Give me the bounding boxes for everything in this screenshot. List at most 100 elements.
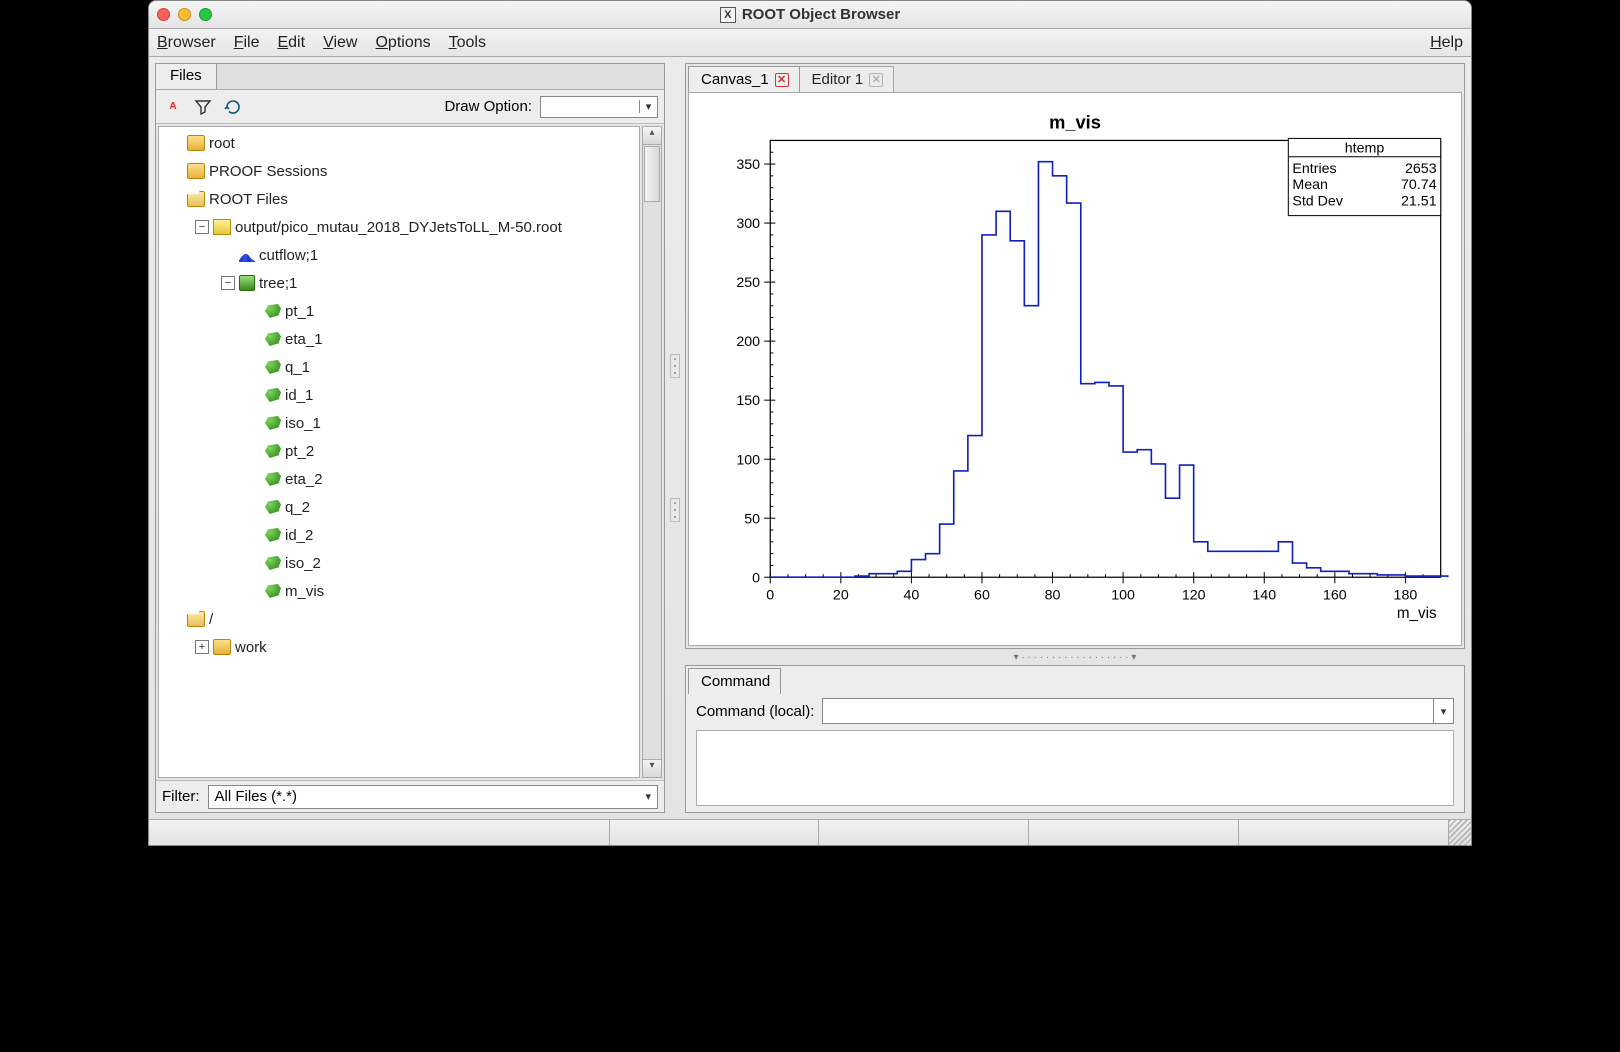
- filter-funnel-icon[interactable]: [192, 96, 214, 118]
- tree-row[interactable]: ROOT Files: [159, 185, 639, 213]
- tree-row[interactable]: /: [159, 605, 639, 633]
- tree-item-label: eta_2: [285, 471, 323, 488]
- histogram-plot[interactable]: m_vis05010015020025030035002040608010012…: [689, 93, 1461, 645]
- folder-icon: [187, 135, 205, 151]
- filter-row: Filter: All Files (*.*) ▾: [156, 780, 664, 812]
- tree-item-label: iso_1: [285, 415, 321, 432]
- scroll-thumb[interactable]: [644, 146, 660, 202]
- canvas-body[interactable]: m_vis05010015020025030035002040608010012…: [688, 92, 1462, 646]
- leaf-icon: [265, 500, 281, 514]
- svg-text:60: 60: [974, 588, 990, 604]
- tab-command[interactable]: Command: [688, 668, 781, 694]
- tree-item-label: ROOT Files: [209, 191, 288, 208]
- left-panel: Files A Draw Option: ▾ rootPRO: [155, 63, 665, 813]
- status-seg-5: [1239, 820, 1449, 845]
- canvas-tab[interactable]: Editor 1 ✕: [799, 66, 895, 92]
- file-tree[interactable]: rootPROOF SessionsROOT Files−output/pico…: [158, 126, 640, 778]
- filter-value: All Files (*.*): [215, 788, 298, 805]
- menu-tools[interactable]: Tools: [449, 34, 486, 52]
- tree-item-label: pt_2: [285, 443, 314, 460]
- tree-row[interactable]: pt_1: [159, 297, 639, 325]
- tree-row[interactable]: id_2: [159, 521, 639, 549]
- svg-text:200: 200: [736, 334, 760, 350]
- horizontal-splitter[interactable]: ▾ · · · · · · · · · · · · · · · · · · ▾: [685, 653, 1465, 661]
- hist-icon: [239, 248, 255, 262]
- tree-item-label: iso_2: [285, 555, 321, 572]
- tree-row[interactable]: eta_1: [159, 325, 639, 353]
- status-seg-4: [1029, 820, 1239, 845]
- command-log[interactable]: [696, 730, 1454, 806]
- canvas-tabs: Canvas_1✕ Editor 1 ✕: [688, 66, 1462, 92]
- tree-row[interactable]: −tree;1: [159, 269, 639, 297]
- tree-row[interactable]: iso_1: [159, 409, 639, 437]
- tab-files[interactable]: Files: [155, 63, 217, 89]
- close-tab-icon[interactable]: ✕: [869, 73, 883, 87]
- tree-item-label: q_1: [285, 359, 310, 376]
- canvas-tab[interactable]: Canvas_1✕: [688, 66, 800, 92]
- filter-combobox[interactable]: All Files (*.*) ▾: [208, 785, 659, 809]
- svg-text:20: 20: [833, 588, 849, 604]
- command-input[interactable]: ▾: [822, 698, 1454, 724]
- tree-row[interactable]: + work: [159, 633, 639, 661]
- menu-file[interactable]: File: [234, 34, 260, 52]
- leaf-icon: [265, 304, 281, 318]
- svg-text:300: 300: [736, 216, 760, 232]
- tree-row[interactable]: pt_2: [159, 437, 639, 465]
- tree-row[interactable]: iso_2: [159, 549, 639, 577]
- leaf-icon: [265, 332, 281, 346]
- svg-text:21.51: 21.51: [1401, 193, 1437, 209]
- scroll-up-button[interactable]: ▴: [643, 127, 661, 145]
- canvas-panel: Canvas_1✕Editor 1✕ m_vis0501001502002503…: [685, 63, 1465, 649]
- svg-text:100: 100: [1111, 588, 1135, 604]
- tree-item-label: /: [209, 611, 213, 628]
- tree-item-label: output/pico_mutau_2018_DYJetsToLL_M-50.r…: [235, 219, 562, 236]
- chevron-down-icon: ▾: [645, 790, 651, 803]
- tree-row[interactable]: m_vis: [159, 577, 639, 605]
- collapse-icon[interactable]: −: [195, 220, 209, 234]
- draw-option-combobox[interactable]: ▾: [540, 96, 658, 118]
- tree-container: rootPROOF SessionsROOT Files−output/pico…: [156, 124, 664, 780]
- menu-options[interactable]: Options: [375, 34, 430, 52]
- leaf-icon: [265, 360, 281, 374]
- svg-text:50: 50: [744, 511, 760, 527]
- tree-item-label: pt_1: [285, 303, 314, 320]
- tree-row[interactable]: PROOF Sessions: [159, 157, 639, 185]
- close-tab-icon[interactable]: ✕: [775, 73, 789, 87]
- svg-text:70.74: 70.74: [1401, 177, 1437, 193]
- svg-text:htemp: htemp: [1345, 141, 1385, 157]
- svg-text:350: 350: [736, 157, 760, 173]
- x11-icon: X: [720, 7, 736, 23]
- folder-icon: [187, 163, 205, 179]
- folder-icon: [213, 639, 231, 655]
- scroll-down-button[interactable]: ▾: [643, 759, 661, 777]
- svg-text:2653: 2653: [1405, 161, 1437, 177]
- command-panel: Command Command (local): ▾: [685, 665, 1465, 813]
- tree-scrollbar[interactable]: ▴ ▾: [642, 126, 662, 778]
- expand-icon[interactable]: +: [195, 640, 209, 654]
- tree-row[interactable]: root: [159, 129, 639, 157]
- tree-row[interactable]: cutflow;1: [159, 241, 639, 269]
- menu-view[interactable]: View: [323, 34, 357, 52]
- collapse-icon[interactable]: −: [221, 276, 235, 290]
- menu-edit[interactable]: Edit: [277, 34, 305, 52]
- status-seg-2: [610, 820, 820, 845]
- tree-row[interactable]: − output/pico_mutau_2018_DYJetsToLL_M-50.…: [159, 213, 639, 241]
- vertical-splitter[interactable]: [669, 63, 681, 813]
- menu-browser[interactable]: Browser: [157, 34, 216, 52]
- tree-row[interactable]: q_2: [159, 493, 639, 521]
- tree-item-label: q_2: [285, 499, 310, 516]
- canvas-tab-label: Editor 1: [812, 71, 864, 88]
- menu-help[interactable]: Help: [1430, 34, 1463, 52]
- tree-item-label: work: [235, 639, 267, 656]
- resize-grip[interactable]: [1449, 820, 1471, 845]
- svg-text:0: 0: [766, 588, 774, 604]
- svg-text:Mean: Mean: [1292, 177, 1328, 193]
- tree-row[interactable]: eta_2: [159, 465, 639, 493]
- tree-row[interactable]: id_1: [159, 381, 639, 409]
- draw-option-label: Draw Option:: [444, 98, 532, 115]
- sort-az-icon[interactable]: A: [162, 96, 184, 118]
- refresh-icon[interactable]: [222, 96, 244, 118]
- folder-open-icon: [187, 611, 205, 627]
- tree-row[interactable]: q_1: [159, 353, 639, 381]
- svg-text:150: 150: [736, 393, 760, 409]
